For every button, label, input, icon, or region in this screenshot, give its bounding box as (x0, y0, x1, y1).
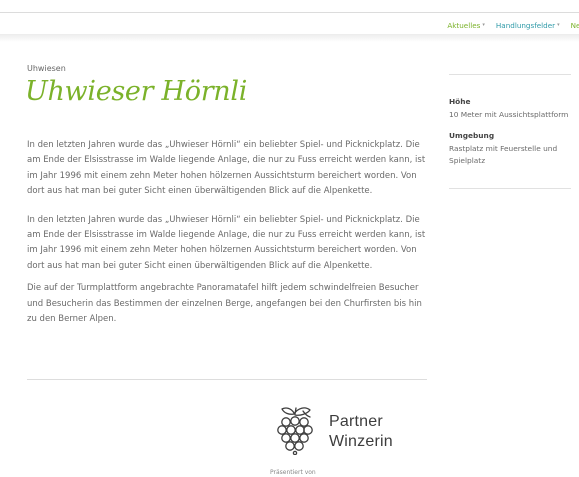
article-paragraph: In den letzten Jahren wurde das „Uhwiese… (27, 140, 426, 197)
fact-value: 10 Meter mit Aussichts­plattform (449, 109, 569, 119)
top-border (0, 12, 579, 13)
article-paragraph: Die auf der Turmplattform angebrachte Pa… (27, 283, 422, 325)
fact-umgebung: Umgebung Rastplatz mit Feuerstelle und S… (449, 130, 571, 168)
article-paragraph: In den letzten Jahren wurde das „Uhwiese… (27, 214, 426, 271)
partner-logo-text: Partner Winzerin (329, 412, 393, 452)
nav-item-aktuelles[interactable]: Aktuelles ▾ (447, 18, 485, 32)
content-divider (27, 379, 427, 380)
grape-icon (277, 407, 313, 455)
fact-hoehe: Höhe 10 Meter mit Aussichts­plattform (449, 96, 571, 121)
nav-shadow (0, 34, 579, 42)
partner-line-1: Partner (329, 413, 383, 430)
fact-value: Rastplatz mit Feuerstelle und Spielplatz (449, 143, 558, 166)
chevron-down-icon: ▾ (557, 22, 560, 28)
nav-item-handlungsfelder[interactable]: Handlungsfelder ▾ (496, 18, 560, 32)
sidebar-divider (449, 74, 571, 75)
facts-sidebar: Höhe 10 Meter mit Aussichts­plattform Um… (449, 74, 571, 189)
nav-item-neu[interactable]: Neu (571, 18, 579, 32)
page-title: Uhwieser Hörnli (25, 76, 248, 107)
main-nav: Aktuelles ▾ Handlungsfelder ▾ Neu (447, 18, 579, 32)
partner-winzerin-logo[interactable]: Partner Winzerin (270, 404, 430, 459)
nav-item-label: Aktuelles (447, 20, 481, 30)
article-body: In den letzten Jahren wurde das „Uhwiese… (27, 138, 432, 340)
fact-label: Umgebung (449, 131, 495, 140)
partner-line-2: Winzerin (329, 433, 393, 450)
sidebar-divider (449, 187, 571, 189)
chevron-down-icon: ▾ (482, 22, 485, 28)
nav-item-label: Handlungsfelder (495, 20, 556, 30)
presented-by-label: Präsentiert von (270, 469, 316, 476)
breadcrumb[interactable]: Uhwiesen (27, 64, 66, 73)
nav-item-label: Neu (570, 20, 579, 30)
fact-label: Höhe (449, 97, 471, 106)
